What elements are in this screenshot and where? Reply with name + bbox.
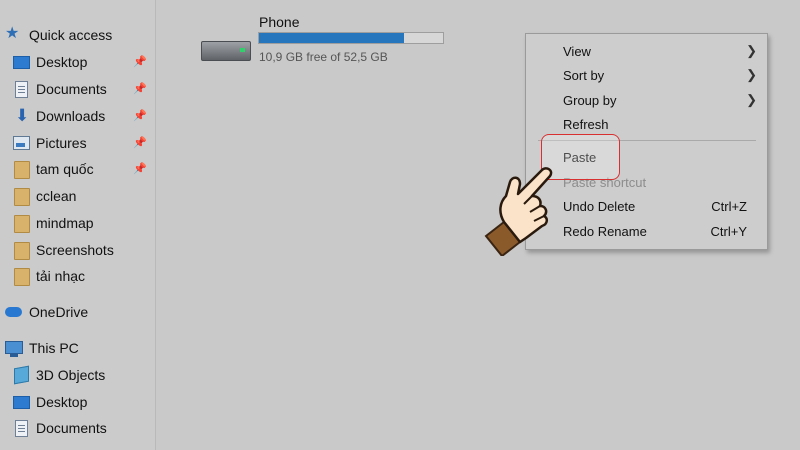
nav-this-pc[interactable]: This PC bbox=[5, 336, 160, 360]
pin-icon[interactable]: 📌 bbox=[133, 136, 147, 149]
menu-item-view[interactable]: View ❯ bbox=[526, 40, 767, 64]
pin-icon[interactable]: 📌 bbox=[133, 55, 147, 68]
chevron-right-icon: ❯ bbox=[746, 43, 757, 58]
desktop-icon bbox=[12, 53, 30, 71]
folder-icon bbox=[12, 267, 30, 286]
nav-quick-access[interactable]: ★ Quick access bbox=[5, 23, 160, 47]
menu-label: Refresh bbox=[563, 117, 609, 132]
menu-shortcut: Ctrl+Y bbox=[710, 224, 747, 239]
menu-label: Sort by bbox=[563, 68, 605, 83]
nav-folder-tai-nhac[interactable]: tải nhạc bbox=[12, 264, 155, 288]
nav-documents-pc[interactable]: Documents bbox=[12, 416, 155, 440]
nav-label: cclean bbox=[36, 188, 77, 204]
star-icon: ★ bbox=[5, 25, 20, 42]
nav-label: tải nhạc bbox=[36, 268, 86, 284]
documents-icon bbox=[12, 419, 30, 437]
nav-label: Screenshots bbox=[36, 242, 114, 258]
nav-label: Pictures bbox=[36, 135, 87, 151]
documents-icon bbox=[12, 80, 30, 98]
drive-usage-bar bbox=[258, 32, 444, 44]
nav-label: Documents bbox=[36, 420, 107, 436]
downloads-icon: ⬇ bbox=[15, 106, 30, 125]
cube-icon bbox=[12, 365, 30, 385]
nav-folder-screenshots[interactable]: Screenshots bbox=[12, 238, 155, 262]
drive-name: Phone bbox=[259, 14, 300, 30]
chevron-right-icon: ❯ bbox=[746, 92, 757, 107]
pin-icon[interactable]: 📌 bbox=[133, 162, 147, 175]
folder-icon bbox=[12, 241, 30, 260]
drive-usage-fill bbox=[259, 33, 405, 43]
nav-pictures[interactable]: Pictures 📌 bbox=[12, 131, 155, 155]
nav-label: Quick access bbox=[29, 27, 113, 43]
nav-label: mindmap bbox=[36, 215, 94, 231]
nav-onedrive[interactable]: OneDrive bbox=[5, 300, 160, 324]
menu-label: Group by bbox=[563, 93, 617, 108]
menu-label: Undo Delete bbox=[563, 199, 636, 214]
nav-3d-objects[interactable]: 3D Objects bbox=[12, 363, 155, 387]
menu-item-redo-rename[interactable]: Redo Rename Ctrl+Y bbox=[526, 220, 767, 244]
nav-label: This PC bbox=[29, 340, 79, 356]
nav-downloads[interactable]: ⬇ Downloads 📌 bbox=[12, 104, 155, 128]
nav-label: Documents bbox=[36, 81, 107, 97]
drive-space-text: 10,9 GB free of 52,5 GB bbox=[259, 50, 388, 64]
pin-icon[interactable]: 📌 bbox=[133, 82, 147, 95]
menu-shortcut: Ctrl+Z bbox=[711, 199, 747, 214]
nav-desktop[interactable]: Desktop 📌 bbox=[12, 50, 155, 74]
folder-icon bbox=[12, 160, 30, 179]
nav-label: Desktop bbox=[36, 54, 88, 70]
cloud-icon bbox=[5, 303, 23, 321]
chevron-right-icon: ❯ bbox=[746, 67, 757, 82]
nav-documents[interactable]: Documents 📌 bbox=[12, 77, 155, 101]
menu-label: Redo Rename bbox=[563, 224, 647, 239]
nav-label: tam quốc bbox=[36, 161, 94, 177]
menu-item-sort-by[interactable]: Sort by ❯ bbox=[526, 64, 767, 88]
nav-label: OneDrive bbox=[29, 304, 89, 320]
nav-label: Desktop bbox=[36, 394, 88, 410]
computer-icon bbox=[5, 339, 23, 357]
desktop-icon bbox=[12, 393, 30, 411]
pin-icon[interactable]: 📌 bbox=[133, 109, 147, 122]
nav-folder-cclean[interactable]: cclean bbox=[12, 184, 155, 208]
navigation-pane: ★ Quick access Desktop 📌 Documents 📌 ⬇ D… bbox=[0, 0, 156, 450]
nav-label: 3D Objects bbox=[36, 367, 106, 383]
menu-item-undo-delete[interactable]: Undo Delete Ctrl+Z bbox=[526, 195, 767, 219]
folder-icon bbox=[12, 187, 30, 206]
folder-icon bbox=[12, 214, 30, 233]
hard-drive-icon bbox=[201, 41, 251, 61]
pictures-icon bbox=[12, 134, 30, 152]
pointing-hand-icon bbox=[484, 167, 553, 256]
nav-label: Downloads bbox=[36, 108, 106, 124]
nav-folder-mindmap[interactable]: mindmap bbox=[12, 211, 155, 235]
menu-label: View bbox=[563, 44, 591, 59]
menu-item-group-by[interactable]: Group by ❯ bbox=[526, 89, 767, 113]
nav-folder-tam-quoc[interactable]: tam quốc 📌 bbox=[12, 157, 155, 181]
nav-desktop-pc[interactable]: Desktop bbox=[12, 390, 155, 414]
